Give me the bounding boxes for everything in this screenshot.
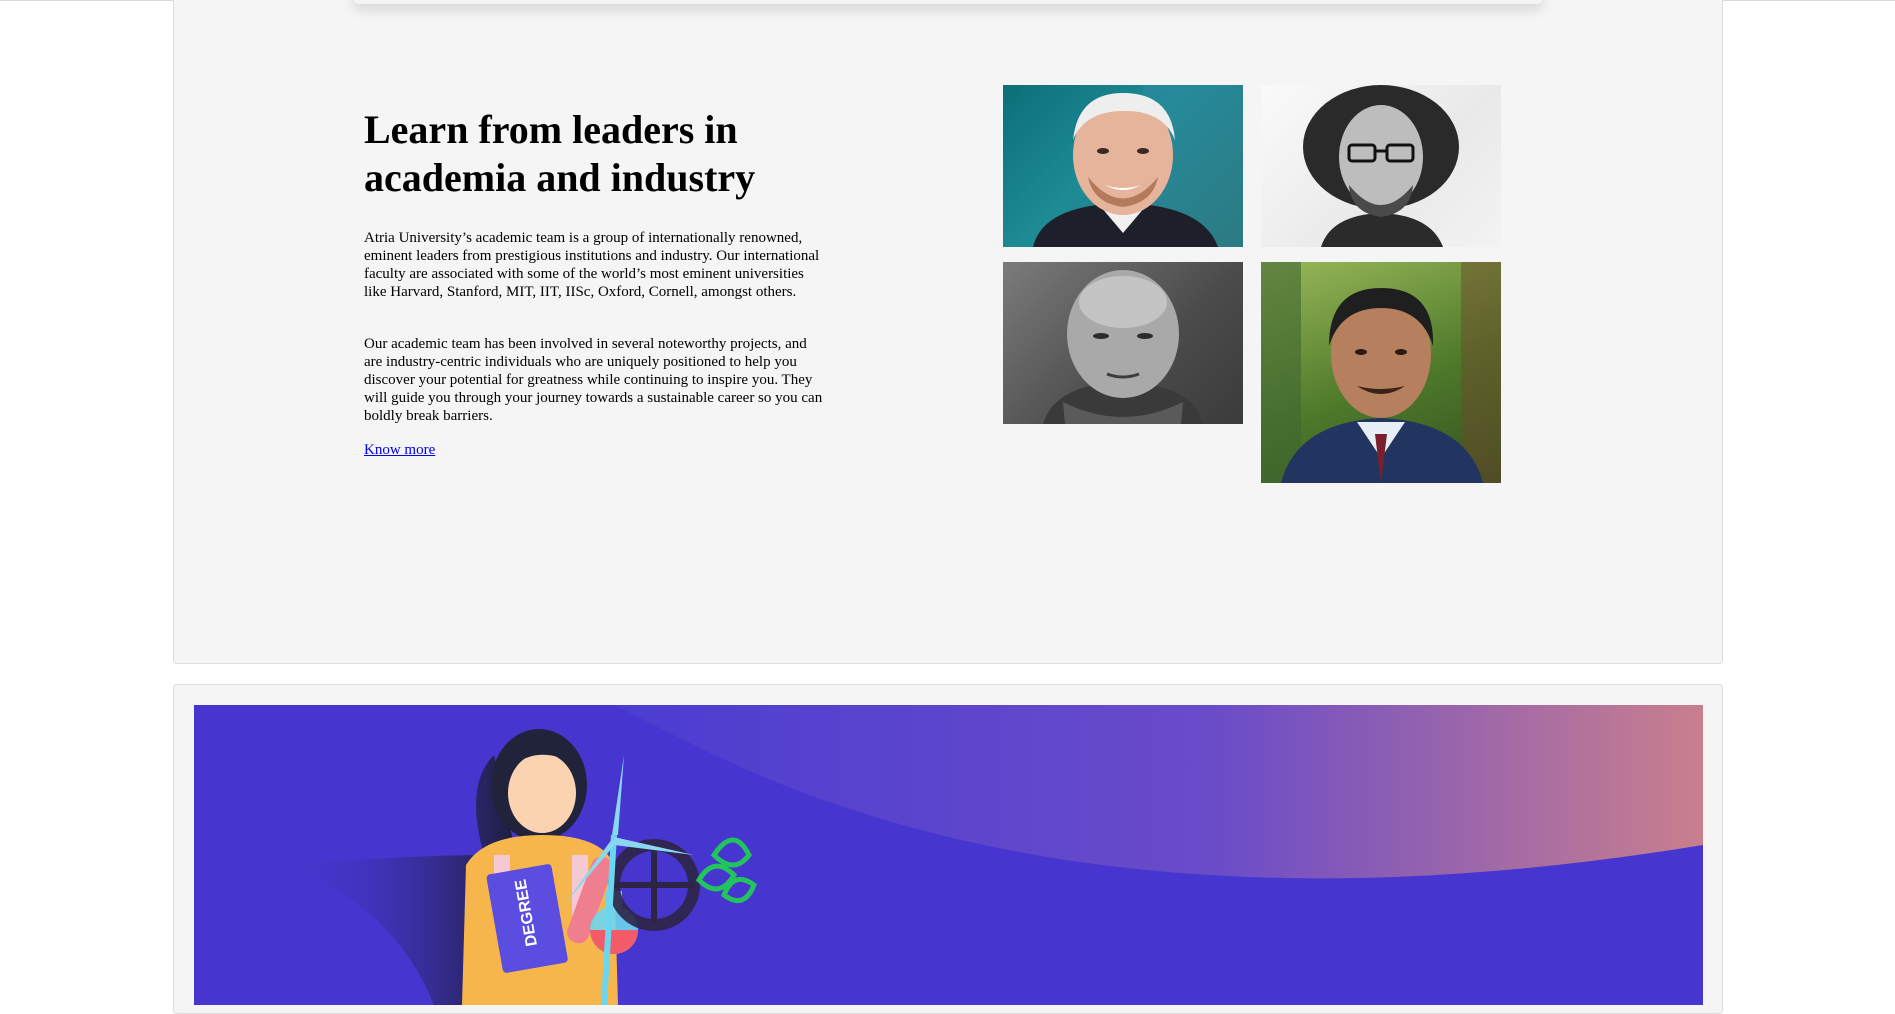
header-shadow-strip bbox=[353, 0, 1543, 4]
team-paragraph: Our academic team has been involved in s… bbox=[364, 336, 823, 424]
intro-paragraph: Atria University’s academic team is a gr… bbox=[364, 230, 820, 300]
faculty-portrait-icon bbox=[1261, 262, 1501, 483]
faculty-photo-2 bbox=[1261, 85, 1501, 247]
banner-illustration: DEGREE bbox=[284, 705, 1703, 1005]
banner-wave bbox=[614, 705, 1703, 879]
leaf-icon bbox=[695, 837, 758, 904]
faculty-photo-3 bbox=[1003, 262, 1243, 424]
know-more-link[interactable]: Know more bbox=[364, 441, 435, 459]
faculty-photo-1 bbox=[1003, 85, 1243, 247]
face bbox=[508, 753, 576, 833]
faculty-portrait-icon bbox=[1033, 85, 1243, 247]
section-heading: Learn from leaders in academia and indus… bbox=[364, 107, 756, 200]
degree-banner: DEGREE bbox=[194, 705, 1703, 1005]
faculty-portrait-icon bbox=[1043, 270, 1203, 424]
faculty-portrait-icon bbox=[1303, 85, 1459, 247]
faculty-photo-4 bbox=[1261, 262, 1501, 483]
